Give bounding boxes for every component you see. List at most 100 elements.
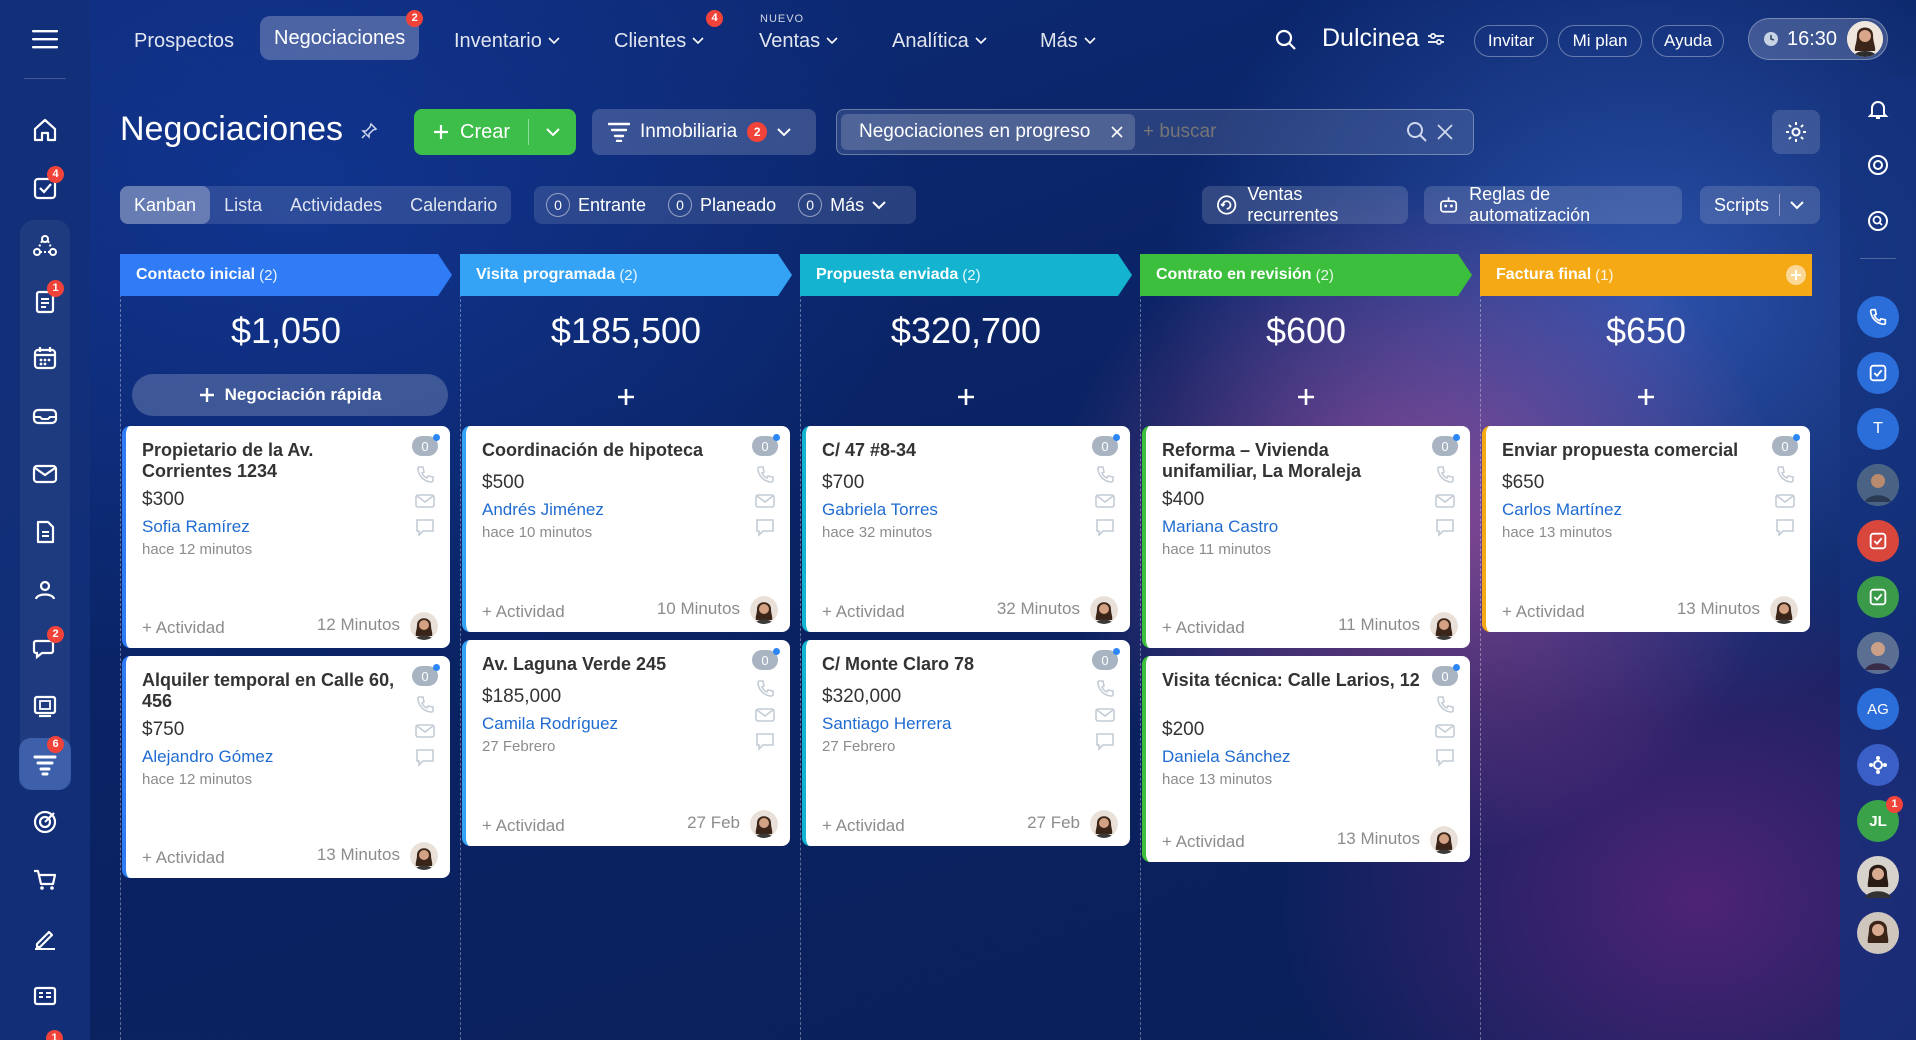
phone-icon[interactable]: [414, 694, 436, 716]
deal-title[interactable]: Visita técnica: Calle Larios, 12: [1162, 670, 1424, 691]
recurring-sales-button[interactable]: Ventas recurrentes: [1202, 184, 1408, 225]
deal-title[interactable]: Enviar propuesta comercial: [1502, 440, 1764, 461]
nav-analitica[interactable]: Analítica: [892, 26, 987, 56]
chat-icon[interactable]: [1774, 516, 1796, 538]
chevron-down-icon[interactable]: [546, 128, 560, 137]
phone-icon[interactable]: [414, 464, 436, 486]
filter-chip[interactable]: Negociaciones en progreso: [841, 114, 1135, 150]
inbox-icon[interactable]: [25, 396, 65, 436]
pin-icon[interactable]: [360, 122, 378, 140]
sign-icon[interactable]: [25, 918, 65, 958]
deal-title[interactable]: C/ 47 #8-34: [822, 440, 1084, 461]
chat-icon[interactable]: [414, 516, 436, 538]
add-deal-button[interactable]: [800, 382, 1132, 412]
phone-icon[interactable]: [754, 678, 776, 700]
comment-counter[interactable]: 0: [1092, 434, 1120, 456]
comment-counter[interactable]: 0: [412, 664, 440, 686]
add-deal-button[interactable]: [1480, 382, 1812, 412]
nav-clientes[interactable]: Clientes 4: [614, 10, 723, 56]
mail-icon[interactable]: [25, 454, 65, 494]
chat-avatar-woman-2[interactable]: [1857, 856, 1899, 898]
stage-header[interactable]: Propuesta enviada (2): [800, 254, 1132, 296]
automation-rules-button[interactable]: Reglas de automatización: [1424, 184, 1682, 225]
responsible-avatar[interactable]: [1090, 810, 1118, 838]
close-icon[interactable]: [1111, 126, 1123, 138]
worktime-pill[interactable]: 16:30: [1748, 18, 1888, 60]
tab-lista[interactable]: Lista: [210, 186, 276, 224]
phone-icon[interactable]: [1857, 296, 1899, 338]
phone-icon[interactable]: [754, 464, 776, 486]
deal-contact[interactable]: Gabriela Torres: [822, 500, 938, 520]
add-activity-link[interactable]: + Actividad: [482, 816, 565, 836]
comment-counter[interactable]: 0: [1772, 434, 1800, 456]
create-button[interactable]: Crear: [414, 109, 576, 155]
nav-mas[interactable]: Más: [1040, 26, 1096, 56]
mail-icon[interactable]: [1094, 704, 1116, 726]
deal-title[interactable]: C/ Monte Claro 78: [822, 654, 1084, 675]
stage-header[interactable]: Visita programada (2): [460, 254, 792, 296]
comment-counter[interactable]: 0: [752, 434, 780, 456]
chat-icon[interactable]: [1434, 746, 1456, 768]
deal-contact[interactable]: Andrés Jiménez: [482, 500, 604, 520]
chevron-down-icon[interactable]: [872, 200, 886, 210]
cart-icon[interactable]: [25, 860, 65, 900]
add-stage-icon[interactable]: [1786, 265, 1806, 285]
chat-avatar-ag[interactable]: AG: [1857, 688, 1899, 730]
search-icon[interactable]: [1274, 28, 1298, 52]
add-activity-link[interactable]: + Actividad: [482, 602, 565, 622]
mail-icon[interactable]: [754, 704, 776, 726]
add-activity-link[interactable]: + Actividad: [142, 618, 225, 638]
invite-button[interactable]: Invitar: [1474, 25, 1548, 57]
add-activity-link[interactable]: + Actividad: [1502, 602, 1585, 622]
contacts-icon[interactable]: [25, 570, 65, 610]
add-activity-link[interactable]: + Actividad: [1162, 832, 1245, 852]
tab-actividades[interactable]: Actividades: [276, 186, 396, 224]
filter-search-box[interactable]: Negociaciones en progreso: [836, 109, 1474, 155]
deal-title[interactable]: Coordinación de hipoteca: [482, 440, 744, 461]
chat-avatar-t[interactable]: T: [1857, 408, 1899, 450]
counter-planeado[interactable]: Planeado: [700, 195, 776, 216]
phone-icon[interactable]: [1434, 464, 1456, 486]
responsible-avatar[interactable]: [750, 810, 778, 838]
pipeline-selector[interactable]: Inmobiliaria 2: [592, 109, 816, 155]
mail-icon[interactable]: [1434, 490, 1456, 512]
help-button[interactable]: Ayuda: [1652, 25, 1724, 57]
comment-counter[interactable]: 0: [1432, 434, 1460, 456]
document-icon[interactable]: 1: [25, 280, 65, 322]
add-activity-link[interactable]: + Actividad: [822, 602, 905, 622]
deal-card[interactable]: Alquiler temporal en Calle 60, 456 $750 …: [122, 656, 450, 878]
group-chat-icon[interactable]: [1857, 744, 1899, 786]
reports-icon[interactable]: [25, 976, 65, 1016]
deal-contact[interactable]: Santiago Herrera: [822, 714, 951, 734]
deal-contact[interactable]: Daniela Sánchez: [1162, 747, 1291, 767]
chat-avatar-man[interactable]: [1857, 464, 1899, 506]
deal-contact[interactable]: Mariana Castro: [1162, 517, 1278, 537]
user-avatar[interactable]: [1847, 21, 1883, 57]
add-activity-link[interactable]: + Actividad: [142, 848, 225, 868]
mail-icon[interactable]: [1094, 490, 1116, 512]
chat-icon[interactable]: [1094, 516, 1116, 538]
add-deal-button[interactable]: [460, 382, 792, 412]
comment-counter[interactable]: 0: [1432, 664, 1460, 686]
deal-card[interactable]: C/ 47 #8-34 $700 Gabriela Torres hace 32…: [802, 426, 1130, 632]
search-input[interactable]: [1143, 116, 1393, 148]
nav-ventas[interactable]: Ventas: [759, 26, 838, 56]
deal-title[interactable]: Reforma – Vivienda unifamiliar, La Moral…: [1162, 440, 1424, 482]
mail-icon[interactable]: [754, 490, 776, 512]
deal-contact[interactable]: Camila Rodríguez: [482, 714, 618, 734]
crm-funnel-icon[interactable]: 6: [19, 736, 71, 790]
responsible-avatar[interactable]: [410, 842, 438, 870]
stage-header[interactable]: Contrato en revisión (2): [1140, 254, 1472, 296]
clear-icon[interactable]: [1437, 124, 1453, 140]
activity-stream-icon[interactable]: [1857, 144, 1899, 186]
deal-contact[interactable]: Carlos Martínez: [1502, 500, 1622, 520]
chat-icon[interactable]: [1434, 516, 1456, 538]
nav-inventario[interactable]: Inventario: [454, 26, 560, 56]
add-activity-link[interactable]: + Actividad: [822, 816, 905, 836]
deal-card[interactable]: Enviar propuesta comercial $650 Carlos M…: [1482, 426, 1810, 632]
search-chat-icon[interactable]: [1857, 200, 1899, 242]
stage-header[interactable]: Factura final (1): [1480, 254, 1812, 296]
responsible-avatar[interactable]: [1770, 596, 1798, 624]
mail-icon[interactable]: [1774, 490, 1796, 512]
responsible-avatar[interactable]: [410, 612, 438, 640]
